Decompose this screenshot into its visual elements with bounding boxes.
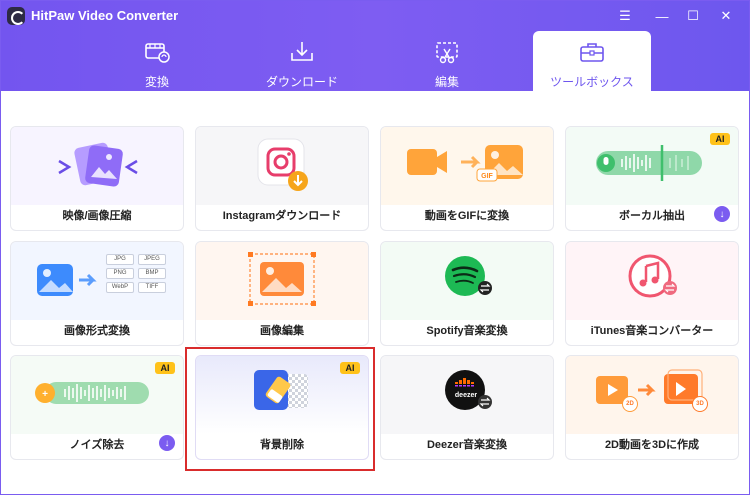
compress-images-icon bbox=[11, 127, 183, 205]
tab-edit-label: 編集 bbox=[434, 75, 459, 89]
tab-toolbox-label: ツールボックス bbox=[550, 75, 634, 89]
tab-download[interactable]: ダウンロード bbox=[243, 31, 361, 91]
tag-2d: 2D bbox=[622, 396, 638, 412]
instagram-icon bbox=[196, 127, 368, 205]
app-logo-icon bbox=[7, 7, 25, 25]
card-label: iTunes音楽コンバーター bbox=[590, 325, 714, 337]
minimize-button[interactable]: — bbox=[650, 5, 674, 27]
tab-download-label: ダウンロード bbox=[265, 75, 338, 89]
itunes-icon bbox=[566, 242, 738, 320]
spotify-icon bbox=[381, 242, 553, 320]
tool-card-spotify[interactable]: Spotify音楽変換 bbox=[380, 241, 554, 346]
card-label: 画像形式変換 bbox=[64, 325, 130, 337]
ai-badge: AI bbox=[340, 362, 360, 374]
toolbox-grid: 映像/画像圧縮 Instagramダウンロード GIF 動画をGIFに変換 AI… bbox=[1, 91, 749, 494]
image-crop-icon bbox=[196, 242, 368, 320]
deezer-logo-text: deezer bbox=[454, 392, 478, 399]
tool-card-instagram[interactable]: Instagramダウンロード bbox=[195, 126, 369, 231]
menu-button[interactable]: ☰ bbox=[613, 5, 637, 27]
film-convert-icon bbox=[145, 43, 170, 63]
tab-toolbox[interactable]: ツールボックス bbox=[533, 31, 651, 91]
tab-convert-label: 変換 bbox=[144, 75, 169, 89]
tool-card-image-edit[interactable]: 画像編集 bbox=[195, 241, 369, 346]
tool-card-vocal-extract[interactable]: AI ↓ ボーカル抽出 bbox=[565, 126, 739, 231]
tool-card-compress[interactable]: 映像/画像圧縮 bbox=[10, 126, 184, 231]
close-button[interactable]: ✕ bbox=[714, 5, 738, 27]
tool-card-background-remove[interactable]: AI 背景削除 bbox=[195, 355, 369, 460]
toolbox-icon bbox=[580, 43, 604, 62]
card-label: ノイズ除去 bbox=[69, 439, 125, 451]
format-chip: PNG bbox=[106, 268, 134, 279]
app-title: HitPaw Video Converter bbox=[31, 8, 179, 23]
card-label: ボーカル抽出 bbox=[619, 210, 685, 222]
card-label: 2D動画を3Dに作成 bbox=[604, 439, 700, 451]
format-chip: BMP bbox=[138, 268, 166, 279]
tool-card-deezer[interactable]: deezer Deezer音楽変換 bbox=[380, 355, 554, 460]
tool-card-itunes[interactable]: iTunes音楽コンバーター bbox=[565, 241, 739, 346]
format-chip: JPEG bbox=[138, 254, 166, 265]
tab-edit[interactable]: 編集 bbox=[388, 31, 506, 91]
svg-text:GIF: GIF bbox=[481, 173, 493, 180]
tool-card-noise-removal[interactable]: + AI ↓ ノイズ除去 bbox=[10, 355, 184, 460]
card-label: Deezer音楽変換 bbox=[426, 439, 508, 451]
format-chip: JPG bbox=[106, 254, 134, 265]
tool-card-image-format[interactable]: JPG JPEG PNG BMP WebP TIFF 画像形式変換 bbox=[10, 241, 184, 346]
svg-text:+: + bbox=[42, 389, 48, 400]
video-to-gif-icon: GIF bbox=[381, 127, 553, 205]
card-label: 画像編集 bbox=[260, 325, 304, 337]
format-chip: TIFF bbox=[138, 282, 166, 293]
main-tabs: 変換 ダウンロード 編集 ツールボックス bbox=[1, 31, 749, 91]
format-chips: JPG JPEG PNG BMP WebP TIFF bbox=[106, 254, 166, 293]
title-bar: HitPaw Video Converter ☰ — ☐ ✕ bbox=[1, 1, 749, 31]
tag-3d: 3D bbox=[692, 396, 708, 412]
2d-to-3d-icon bbox=[566, 356, 738, 434]
edit-scissors-icon bbox=[436, 42, 458, 64]
card-label: 動画をGIFに変換 bbox=[424, 210, 510, 222]
ai-badge: AI bbox=[155, 362, 175, 374]
tool-card-2d-to-3d[interactable]: 2D 3D 2D動画を3Dに作成 bbox=[565, 355, 739, 460]
download-tray-icon bbox=[291, 42, 313, 61]
tool-card-video-to-gif[interactable]: GIF 動画をGIFに変換 bbox=[380, 126, 554, 231]
maximize-button[interactable]: ☐ bbox=[681, 5, 705, 27]
card-label: 背景削除 bbox=[260, 439, 304, 451]
tab-convert[interactable]: 変換 bbox=[98, 31, 216, 91]
format-chip: WebP bbox=[106, 282, 134, 293]
ai-badge: AI bbox=[710, 133, 730, 145]
app-window: HitPaw Video Converter ☰ — ☐ ✕ 変換 ダウンロード… bbox=[0, 0, 750, 495]
header: HitPaw Video Converter ☰ — ☐ ✕ 変換 ダウンロード… bbox=[1, 1, 749, 91]
card-label: 映像/画像圧縮 bbox=[62, 210, 132, 222]
card-label: Instagramダウンロード bbox=[222, 210, 342, 222]
card-label: Spotify音楽変換 bbox=[426, 325, 508, 337]
